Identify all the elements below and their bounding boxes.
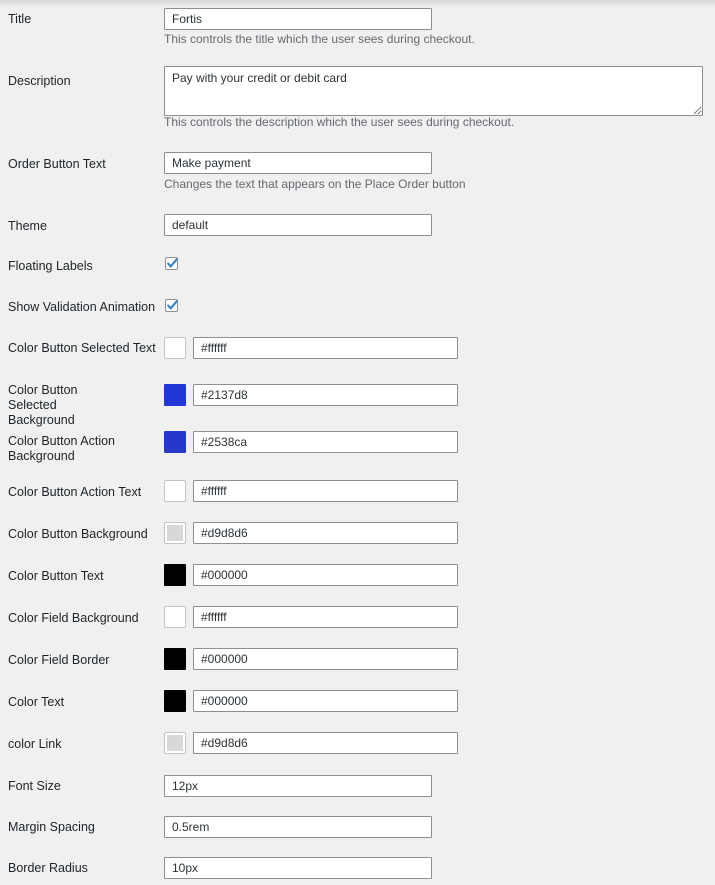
input-border_radius[interactable] — [164, 857, 432, 879]
field-help-description: This controls the description which the … — [164, 115, 515, 129]
color-swatch-color_button_text[interactable] — [164, 564, 186, 586]
field-label-order_button_text: Order Button Text — [8, 157, 106, 171]
field-label-color_button_text: Color Button Text — [8, 569, 104, 583]
field-label-floating_labels: Floating Labels — [8, 259, 93, 273]
input-font_size[interactable] — [164, 775, 432, 797]
input-color_text[interactable] — [193, 690, 458, 712]
field-label-color_text: Color Text — [8, 695, 65, 709]
top-edge-shadow — [0, 0, 715, 8]
input-color_button_selected_text[interactable] — [193, 337, 458, 359]
input-color_link[interactable] — [193, 732, 458, 754]
color-swatch-color_button_selected_text[interactable] — [164, 337, 186, 359]
checkmark-icon — [167, 258, 178, 268]
input-margin_spacing[interactable] — [164, 816, 432, 838]
color-swatch-color_link[interactable] — [164, 732, 186, 754]
input-description[interactable]: Pay with your credit or debit card — [164, 66, 703, 116]
color-swatch-color_button_action_text[interactable] — [164, 480, 186, 502]
color-swatch-fill — [167, 483, 183, 499]
checkbox-floating_labels[interactable] — [165, 257, 178, 270]
field-label-border_radius: Border Radius — [8, 861, 88, 875]
color-swatch-fill — [167, 525, 183, 541]
color-swatch-fill — [167, 340, 183, 356]
field-label-title: Title — [8, 12, 32, 26]
checkmark-icon — [167, 300, 178, 310]
field-label-color_button_action_text: Color Button Action Text — [8, 485, 142, 499]
input-color_field_background[interactable] — [193, 606, 458, 628]
input-theme[interactable] — [164, 214, 432, 236]
field-help-title: This controls the title which the user s… — [164, 32, 475, 46]
field-label-color_link: color Link — [8, 737, 62, 751]
field-label-color_field_background: Color Field Background — [8, 611, 139, 625]
field-label-show_validation_animation: Show Validation Animation — [8, 300, 156, 314]
input-color_button_text[interactable] — [193, 564, 458, 586]
color-swatch-fill — [167, 609, 183, 625]
input-color_button_action_background[interactable] — [193, 431, 458, 453]
input-color_button_background[interactable] — [193, 522, 458, 544]
field-label-color_button_action_background: Color Button Action Background — [8, 434, 116, 463]
field-label-color_field_border: Color Field Border — [8, 653, 110, 667]
checkbox-show_validation_animation[interactable] — [165, 299, 178, 312]
color-swatch-color_button_selected_background[interactable] — [164, 384, 186, 406]
input-color_button_action_text[interactable] — [193, 480, 458, 502]
input-color_field_border[interactable] — [193, 648, 458, 670]
color-swatch-color_button_action_background[interactable] — [164, 431, 186, 453]
color-swatch-color_text[interactable] — [164, 690, 186, 712]
field-label-font_size: Font Size — [8, 779, 61, 793]
input-order_button_text[interactable] — [164, 152, 432, 174]
field-label-description: Description — [8, 74, 71, 88]
input-title[interactable] — [164, 8, 432, 30]
field-label-color_button_selected_text: Color Button Selected Text — [8, 341, 156, 355]
field-label-margin_spacing: Margin Spacing — [8, 820, 95, 834]
field-label-theme: Theme — [8, 219, 47, 233]
color-swatch-color_field_border[interactable] — [164, 648, 186, 670]
field-label-color_button_background: Color Button Background — [8, 527, 148, 541]
color-swatch-color_button_background[interactable] — [164, 522, 186, 544]
color-swatch-color_field_background[interactable] — [164, 606, 186, 628]
color-swatch-fill — [167, 735, 183, 751]
field-label-color_button_selected_background: Color Button Selected Background — [8, 383, 78, 427]
input-color_button_selected_background[interactable] — [193, 384, 458, 406]
field-help-order_button_text: Changes the text that appears on the Pla… — [164, 177, 466, 191]
